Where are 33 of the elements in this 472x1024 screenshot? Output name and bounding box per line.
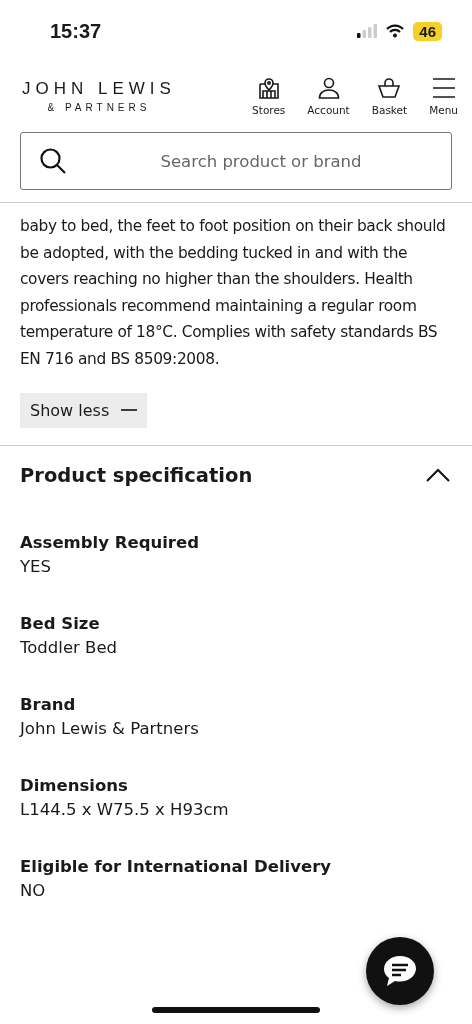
battery-level: 46 — [413, 21, 442, 41]
basket-icon — [377, 76, 402, 100]
spec-value: YES — [20, 556, 52, 576]
spec-label: Bed Size — [20, 613, 101, 633]
spec-value: John Lewis & Partners — [20, 718, 200, 738]
spec-value: NO — [20, 880, 47, 900]
store-pin-icon — [256, 76, 281, 100]
spec-label: Brand — [20, 694, 77, 714]
spec-label: Assembly Required — [20, 532, 200, 552]
description-text: baby to bed, the feet to foot position on their back should be adopted, with the bedding tucked in and with the covers reaching no higher than the shoulders. Health professionals recommend maintaining a regular room temperature of 18°C. Complies with safety standards BS EN 716 and BS 8509:2008. — [20, 216, 447, 370]
minus-icon — [121, 409, 138, 412]
signal-icon — [357, 24, 378, 38]
spec-value: Toddler Bed — [20, 637, 119, 657]
status-time: 15:37 — [50, 19, 102, 43]
search-field[interactable]: Search product or brand — [20, 132, 452, 190]
nav-button[interactable]: Basket — [371, 76, 408, 116]
spec-label: Eligible for International Delivery — [20, 856, 333, 876]
show-less-button[interactable]: Show less — [20, 392, 148, 428]
search-icon — [39, 147, 67, 175]
chat-icon — [382, 954, 418, 988]
nav-button[interactable]: Stores — [252, 76, 286, 116]
specification-header[interactable]: Product specification — [0, 445, 472, 505]
menu-icon — [431, 76, 456, 100]
nav-button[interactable]: Menu — [429, 76, 458, 116]
spec-label: Dimensions — [20, 775, 129, 795]
chat-button[interactable] — [366, 937, 434, 1005]
logo-subtitle: & PARTNERS — [47, 102, 151, 113]
account-icon — [316, 76, 341, 100]
wifi-icon — [386, 24, 405, 38]
spec-value: L144.5 x W75.5 x H93cm — [20, 799, 230, 819]
nav-button[interactable]: Account — [307, 76, 350, 116]
chevron-icon — [426, 468, 450, 483]
logo-wordmark[interactable]: JOHN LEWIS — [22, 79, 176, 99]
